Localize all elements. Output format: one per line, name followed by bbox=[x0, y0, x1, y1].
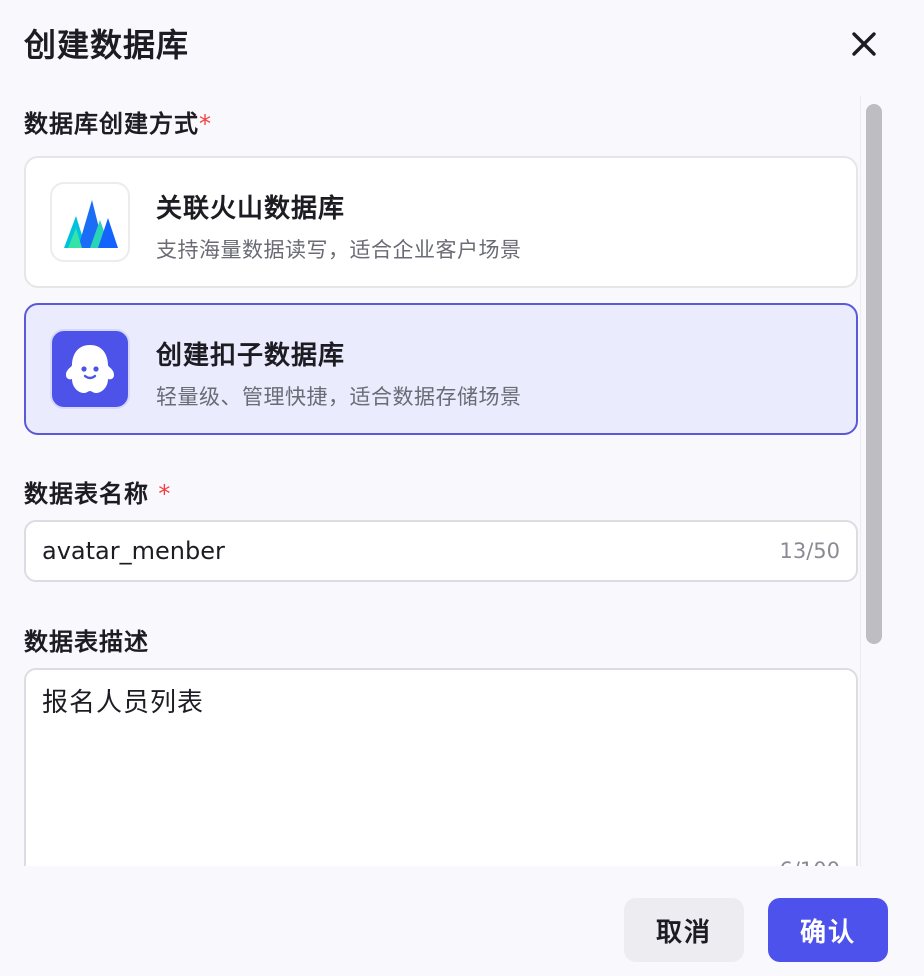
confirm-button[interactable]: 确认 bbox=[768, 898, 888, 962]
table-desc-counter: 6/100 bbox=[779, 858, 840, 866]
table-name-input[interactable]: avatar_menber 13/50 bbox=[24, 520, 858, 582]
volcano-logo-icon bbox=[50, 182, 130, 262]
scrollbar-thumb[interactable] bbox=[866, 104, 882, 644]
close-button[interactable] bbox=[846, 26, 882, 62]
required-mark: * bbox=[158, 480, 172, 508]
create-database-dialog: 创建数据库 数据库创建方式* 关联火山数据库 支持海量数据读写，适合企业客户场景 bbox=[0, 0, 924, 976]
close-icon bbox=[852, 32, 876, 56]
option-title: 创建扣子数据库 bbox=[156, 341, 346, 371]
method-label: 数据库创建方式* bbox=[24, 110, 212, 138]
option-desc: 轻量级、管理快捷，适合数据存储场景 bbox=[156, 385, 522, 409]
dialog-footer: 取消 确认 bbox=[0, 866, 924, 976]
cancel-button[interactable]: 取消 bbox=[624, 898, 744, 962]
table-name-counter: 13/50 bbox=[779, 539, 840, 563]
option-title: 关联火山数据库 bbox=[156, 194, 346, 224]
option-coze-database[interactable]: 创建扣子数据库 轻量级、管理快捷，适合数据存储场景 bbox=[24, 303, 858, 435]
table-desc-textarea[interactable]: 报名人员列表 6/100 bbox=[24, 668, 858, 866]
required-mark: * bbox=[199, 110, 212, 138]
option-desc: 支持海量数据读写，适合企业客户场景 bbox=[156, 238, 522, 262]
table-desc-label: 数据表描述 bbox=[24, 628, 149, 656]
coze-ghost-icon bbox=[50, 329, 130, 409]
table-name-label: 数据表名称 * bbox=[24, 480, 172, 508]
table-name-value: avatar_menber bbox=[42, 537, 225, 565]
option-volcano-database[interactable]: 关联火山数据库 支持海量数据读写，适合企业客户场景 bbox=[24, 156, 858, 288]
table-desc-value: 报名人员列表 bbox=[42, 688, 205, 718]
dialog-body: 数据库创建方式* 关联火山数据库 支持海量数据读写，适合企业客户场景 创建扣子数… bbox=[0, 96, 924, 866]
dialog-title: 创建数据库 bbox=[24, 26, 190, 64]
